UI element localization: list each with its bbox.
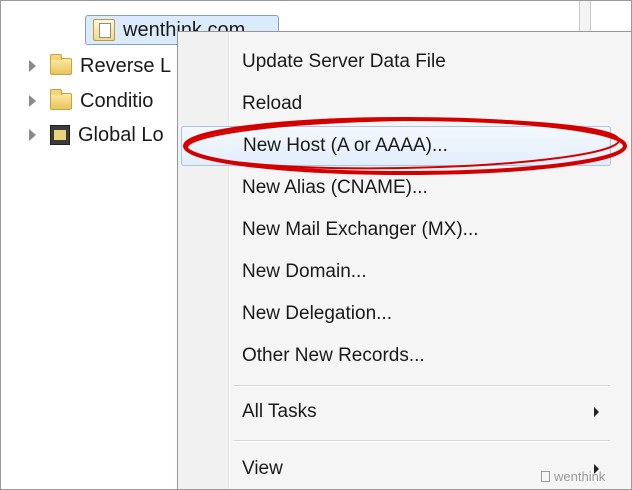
dns-zone-icon <box>93 19 115 41</box>
menu-item-label: Update Server Data File <box>242 51 446 72</box>
tree-node-label: Reverse L <box>80 54 172 77</box>
window-frame: wenthink.com Reverse L Conditio Global L… <box>0 0 632 490</box>
expand-arrow-icon[interactable] <box>29 60 36 72</box>
menu-item-label: Other New Records... <box>242 345 425 366</box>
menu-item-label: Reload <box>242 93 303 114</box>
tree-node-reverse-lookup[interactable]: Reverse L <box>29 53 171 79</box>
expand-arrow-icon[interactable] <box>29 95 36 107</box>
menu-item-reload[interactable]: Reload <box>181 84 611 124</box>
folder-icon <box>50 88 72 110</box>
menu-item-label: View <box>242 458 283 479</box>
submenu-arrow-icon <box>594 407 599 417</box>
menu-item-new-delegation[interactable]: New Delegation... <box>181 294 611 334</box>
tree-node-global-logs[interactable]: Global Lo <box>29 122 164 148</box>
menu-separator <box>234 385 610 387</box>
watermark-logo-icon <box>541 471 550 482</box>
menu-item-label: New Mail Exchanger (MX)... <box>242 219 479 240</box>
tree-node-label: Conditio <box>80 89 154 112</box>
menu-item-all-tasks[interactable]: All Tasks <box>181 392 611 432</box>
menu-item-new-domain[interactable]: New Domain... <box>181 252 611 292</box>
global-logging-icon <box>50 125 70 145</box>
menu-item-other-new-records[interactable]: Other New Records... <box>181 336 611 376</box>
watermark-text: wenthink <box>554 469 606 484</box>
tree-node-label: Global Lo <box>78 123 164 146</box>
menu-item-label: New Delegation... <box>242 303 392 324</box>
menu-item-label: All Tasks <box>242 401 317 422</box>
menu-item-new-mail-exchanger[interactable]: New Mail Exchanger (MX)... <box>181 210 611 250</box>
tree-node-conditional-forwarders[interactable]: Conditio <box>29 88 153 114</box>
menu-item-label: New Host (A or AAAA)... <box>243 135 448 156</box>
menu-item-new-alias[interactable]: New Alias (CNAME)... <box>181 168 611 208</box>
watermark: wenthink <box>541 469 605 484</box>
menu-separator <box>234 440 610 442</box>
menu-item-label: New Alias (CNAME)... <box>242 177 428 198</box>
expand-arrow-icon[interactable] <box>29 129 36 141</box>
menu-item-label: New Domain... <box>242 261 367 282</box>
menu-item-update-server-data-file[interactable]: Update Server Data File <box>181 42 611 82</box>
menu-item-new-host[interactable]: New Host (A or AAAA)... <box>181 126 611 166</box>
folder-icon <box>50 53 72 75</box>
context-menu: Update Server Data File Reload New Host … <box>177 31 631 489</box>
